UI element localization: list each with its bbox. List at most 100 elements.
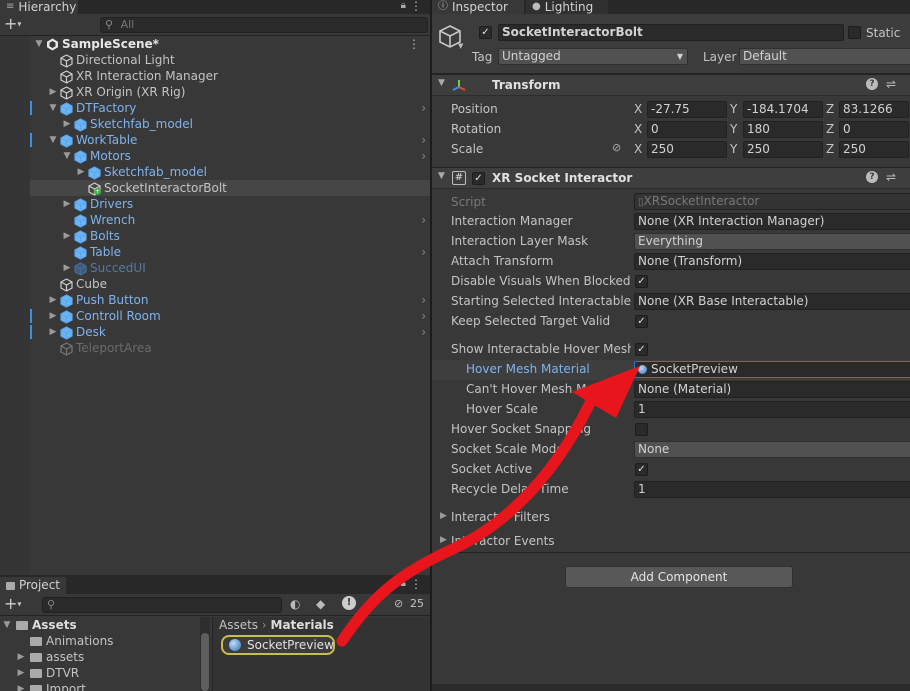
transform-x-field[interactable]: 250	[647, 141, 727, 158]
axis-label-z[interactable]: Z	[826, 122, 834, 136]
tree-scrollbar[interactable]	[200, 617, 210, 691]
tab-lighting[interactable]: ● Lighting	[526, 0, 608, 14]
help-icon[interactable]: ?	[866, 78, 878, 90]
property-field[interactable]: SocketPreview	[634, 361, 910, 378]
chevron-right-icon[interactable]: ›	[421, 308, 426, 324]
property-checkbox[interactable]: ✓	[635, 315, 648, 328]
expand-arrow-icon[interactable]: ▼	[62, 148, 72, 164]
hierarchy-row[interactable]: XR Interaction Manager	[0, 68, 430, 84]
tag-dropdown[interactable]: Untagged ▼	[498, 48, 688, 65]
kebab-menu-icon[interactable]: ⋮	[410, 577, 422, 591]
collapse-arrow-icon[interactable]: ▶	[16, 681, 26, 691]
lock-icon[interactable]: 🔒︎	[401, 578, 406, 589]
hierarchy-row[interactable]: Wrench ›	[0, 212, 430, 228]
warning-filter-icon[interactable]: !	[342, 596, 356, 610]
axis-label-y[interactable]: Y	[730, 102, 737, 116]
chevron-right-icon[interactable]: ›	[421, 100, 426, 116]
breadcrumb-assets[interactable]: Assets	[219, 618, 258, 632]
hierarchy-row[interactable]: ▶ Desk ›	[0, 324, 430, 340]
collapse-arrow-icon[interactable]: ▶	[16, 649, 26, 665]
hierarchy-row[interactable]: ▶ XR Origin (XR Rig)	[0, 84, 430, 100]
property-checkbox[interactable]: ✓	[635, 463, 648, 476]
chevron-right-icon[interactable]: ›	[421, 212, 426, 228]
axis-label-y[interactable]: Y	[730, 142, 737, 156]
kebab-menu-icon[interactable]: ⋮	[408, 36, 420, 52]
asset-socket-preview[interactable]: SocketPreview	[221, 635, 335, 655]
help-icon[interactable]: ?	[866, 171, 878, 183]
axis-label-x[interactable]: X	[634, 142, 642, 156]
property-field[interactable]: 1	[634, 401, 910, 418]
tab-project[interactable]: Project	[0, 577, 66, 594]
hierarchy-row[interactable]: ▶ Controll Room ›	[0, 308, 430, 324]
property-field[interactable]: 1	[634, 481, 910, 498]
foldout-arrow[interactable]: ▶	[440, 535, 447, 545]
create-plus-button[interactable]: +▾	[4, 15, 21, 34]
hierarchy-row[interactable]: ▼ SampleScene* ⋮	[0, 36, 430, 52]
chevron-right-icon[interactable]: ›	[421, 132, 426, 148]
collapse-arrow-icon[interactable]: ▶	[76, 164, 86, 180]
hierarchy-row[interactable]: ▼ WorkTable ›	[0, 132, 430, 148]
collapse-arrow-icon[interactable]: ▶	[48, 308, 58, 324]
kebab-menu-icon[interactable]: ⋮	[410, 0, 422, 13]
hierarchy-row[interactable]: Cube	[0, 276, 430, 292]
hierarchy-row[interactable]: + SocketInteractorBolt	[0, 180, 430, 196]
active-checkbox[interactable]: ✓	[479, 26, 492, 39]
transform-y-field[interactable]: -184.1704	[743, 101, 823, 118]
tree-item[interactable]: ▶ assets	[0, 649, 212, 665]
axis-label-z[interactable]: Z	[826, 102, 834, 116]
label-tag-icon[interactable]: ◆	[316, 597, 325, 611]
expand-arrow-icon[interactable]: ▼	[48, 132, 58, 148]
settings-sliders-icon[interactable]: ⇌	[886, 77, 896, 91]
transform-x-field[interactable]: 0	[647, 121, 727, 138]
axis-label-x[interactable]: X	[634, 102, 642, 116]
static-checkbox[interactable]	[848, 26, 861, 39]
tree-item[interactable]: Animations	[0, 633, 212, 649]
foldout-arrow[interactable]: ▼	[438, 78, 445, 88]
component-enabled-checkbox[interactable]: ✓	[472, 172, 485, 185]
search-by-type-icon[interactable]: ◐	[290, 597, 300, 611]
property-checkbox[interactable]: ✓	[635, 275, 648, 288]
link-icon[interactable]: ⊘	[612, 141, 621, 154]
socket-interactor-header[interactable]: ▼ # ✓ XR Socket Interactor ? ⇌	[432, 167, 910, 189]
foldout-arrow[interactable]: ▶	[440, 511, 447, 521]
property-field[interactable]: None (XR Base Interactable)	[634, 293, 910, 310]
hierarchy-search-input[interactable]: ⚲ All	[100, 17, 428, 33]
create-plus-button[interactable]: +▾	[4, 595, 21, 614]
foldout-label[interactable]: Interactor Events	[451, 534, 555, 548]
collapse-arrow-icon[interactable]: ▶	[48, 84, 58, 100]
lock-icon[interactable]: 🔒︎	[401, 0, 406, 11]
tree-item-assets[interactable]: ▼ Assets	[0, 617, 212, 633]
axis-label-z[interactable]: Z	[826, 142, 834, 156]
hierarchy-row[interactable]: ▶ Bolts	[0, 228, 430, 244]
property-field[interactable]: None (Material)	[634, 381, 910, 398]
collapse-arrow-icon[interactable]: ▶	[48, 324, 58, 340]
settings-sliders-icon[interactable]: ⇌	[886, 170, 896, 184]
tab-inspector[interactable]: ⓘ Inspector	[432, 0, 524, 14]
hierarchy-row[interactable]: TeleportArea	[0, 340, 430, 356]
property-dropdown[interactable]: None	[634, 441, 910, 458]
object-name-field[interactable]: SocketInteractorBolt	[498, 24, 844, 41]
project-search-input[interactable]: ⚲	[42, 597, 282, 613]
property-dropdown[interactable]: Everything	[634, 233, 910, 250]
transform-z-field[interactable]: 83.1266	[839, 101, 909, 118]
hierarchy-row[interactable]: ▶ Push Button ›	[0, 292, 430, 308]
hierarchy-row[interactable]: ▶ Drivers	[0, 196, 430, 212]
transform-y-field[interactable]: 180	[743, 121, 823, 138]
transform-y-field[interactable]: 250	[743, 141, 823, 158]
expand-arrow-icon[interactable]: ▼	[48, 100, 58, 116]
tree-item[interactable]: ▶ DTVR	[0, 665, 212, 681]
collapse-arrow-icon[interactable]: ▶	[62, 260, 72, 276]
tab-hierarchy[interactable]: ≡ Hierarchy	[0, 0, 78, 14]
layer-dropdown[interactable]: Default	[739, 48, 910, 65]
collapse-arrow-icon[interactable]: ▶	[16, 665, 26, 681]
breadcrumb-materials[interactable]: Materials	[271, 618, 334, 632]
icon-dropdown-arrow[interactable]: ▼	[458, 42, 463, 50]
chevron-right-icon[interactable]: ›	[421, 292, 426, 308]
property-field[interactable]: None (XR Interaction Manager)	[634, 213, 910, 230]
chevron-right-icon[interactable]: ›	[421, 244, 426, 260]
hierarchy-row[interactable]: Directional Light	[0, 52, 430, 68]
hierarchy-row[interactable]: ▶ Sketchfab_model	[0, 116, 430, 132]
expand-arrow-icon[interactable]: ▼	[34, 36, 44, 52]
property-checkbox[interactable]: ✓	[635, 343, 648, 356]
collapse-arrow-icon[interactable]: ▶	[48, 292, 58, 308]
